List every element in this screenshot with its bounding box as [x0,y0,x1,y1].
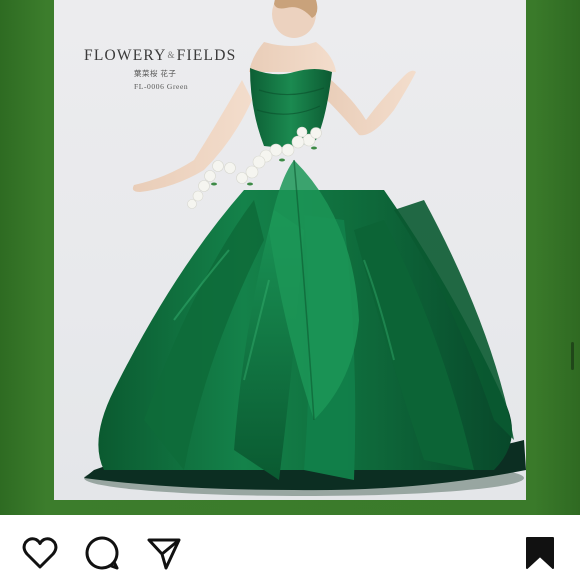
paper-plane-icon [147,538,181,570]
brand-title: FLOWERY&FIELDS [84,47,236,65]
brand-separator: & [167,50,176,60]
post-image[interactable]: FLOWERY&FIELDS 葉菜桜 花子 FL-0006 Green [0,0,580,515]
brand-designer: 葉菜桜 花子 [134,69,177,78]
comment-bubble-icon [85,536,119,570]
scrollbar[interactable] [571,342,574,370]
product-code: FL-0006 Green [134,82,189,91]
bookmark-icon [526,537,554,569]
ballgown-illustration [84,0,526,496]
heart-icon [22,537,58,569]
post-action-bar [0,515,580,580]
share-button[interactable] [146,535,182,571]
brand-title-left: FLOWERY [84,47,167,64]
save-button[interactable] [522,535,558,571]
like-button[interactable] [22,535,58,571]
gown-photo: FLOWERY&FIELDS 葉菜桜 花子 FL-0006 Green [54,0,526,500]
brand-title-right: FIELDS [176,47,237,64]
comment-button[interactable] [84,535,120,571]
